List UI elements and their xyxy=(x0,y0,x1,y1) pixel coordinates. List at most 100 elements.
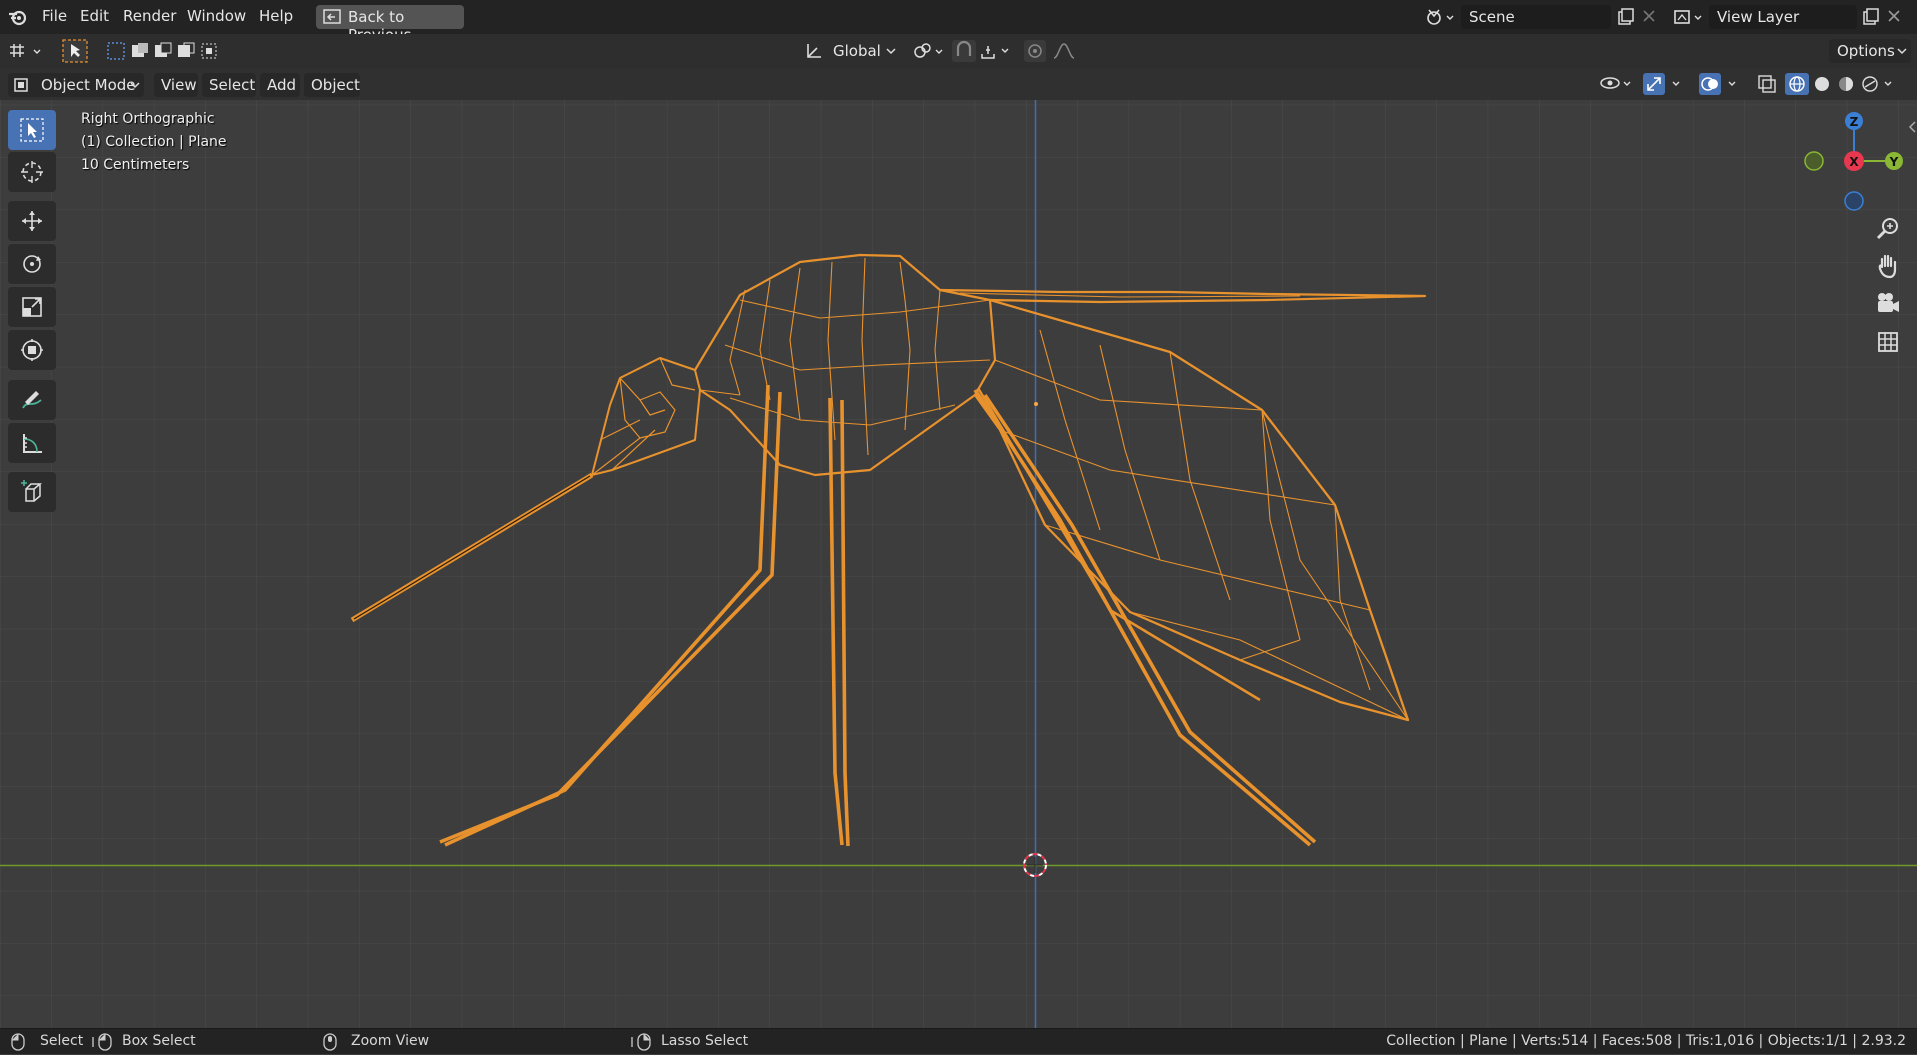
camera-icon xyxy=(1878,293,1899,312)
rotate-tool-icon xyxy=(23,255,41,273)
chevron-down-icon xyxy=(1897,48,1907,55)
gizmo-toggle-icon[interactable] xyxy=(1643,73,1687,99)
transform-orientation-value: Global xyxy=(833,42,881,60)
status-select: Select xyxy=(40,1033,84,1049)
scene-name-field[interactable]: Scene xyxy=(1461,5,1611,29)
visibility-icon[interactable] xyxy=(1598,73,1636,99)
menu-help[interactable]: Help xyxy=(259,7,293,25)
viewport-header: Object Mode View Select Add Object xyxy=(0,68,1917,100)
select-tool-icon xyxy=(20,118,44,142)
back-to-previous-button[interactable]: Back to Previous xyxy=(316,5,464,44)
object-origin[interactable] xyxy=(1034,402,1038,406)
object-mode-icon xyxy=(14,78,28,92)
viewport-canvas[interactable] xyxy=(0,68,1917,1028)
mouse-drag-icon xyxy=(92,1033,114,1055)
active-tool-icon[interactable] xyxy=(62,39,88,67)
options-label: Options xyxy=(1837,42,1895,60)
gizmo-y-label: Y xyxy=(1889,155,1899,169)
new-view-layer-icon[interactable] xyxy=(1862,8,1880,30)
scale-tool[interactable] xyxy=(8,287,56,327)
new-scene-icon[interactable] xyxy=(1617,8,1635,30)
xray-toggle-icon[interactable] xyxy=(1756,73,1778,99)
status-lasso-select: Lasso Select xyxy=(661,1033,749,1049)
move-tool-icon xyxy=(22,211,42,231)
grid-icon xyxy=(1878,332,1898,352)
measure-tool[interactable] xyxy=(8,423,56,463)
hand-icon xyxy=(1878,254,1897,279)
toggle-perspective-button[interactable] xyxy=(1871,325,1905,359)
view-layer-name: View Layer xyxy=(1717,8,1800,26)
overlays-toggle-icon[interactable] xyxy=(1699,73,1743,99)
scene-name: Scene xyxy=(1469,8,1515,26)
scene-icon[interactable] xyxy=(1425,8,1455,30)
menu-add[interactable]: Add xyxy=(260,73,300,97)
transform-tool[interactable] xyxy=(8,330,56,370)
rotate-tool[interactable] xyxy=(8,244,56,284)
blender-logo-icon[interactable] xyxy=(8,8,28,30)
measure-tool-icon xyxy=(23,434,42,453)
status-scene-stats: Collection | Plane | Verts:514 | Faces:5… xyxy=(1386,1033,1906,1049)
menu-select[interactable]: Select xyxy=(202,73,256,97)
add-cube-tool[interactable] xyxy=(8,472,56,512)
snap-toggle-icon[interactable] xyxy=(952,40,1016,66)
tool-settings-bar: Global Options xyxy=(0,34,1917,68)
chevron-down-icon xyxy=(886,48,896,55)
zoom-view-button[interactable] xyxy=(1871,212,1905,246)
back-icon xyxy=(323,9,341,24)
annotate-tool[interactable] xyxy=(8,380,56,420)
transform-orientation-dropdown[interactable]: Global xyxy=(800,39,900,63)
scale-tool-icon xyxy=(22,297,42,317)
mouse-middle-icon xyxy=(323,1033,337,1055)
select-box-tool[interactable] xyxy=(8,110,56,150)
shading-mode-icons[interactable] xyxy=(1785,73,1897,99)
menu-render[interactable]: Render xyxy=(123,7,176,25)
view-name-label: Right Orthographic xyxy=(81,111,215,127)
pan-view-button[interactable] xyxy=(1871,249,1905,283)
gizmo-z-label: Z xyxy=(1850,115,1859,129)
move-tool[interactable] xyxy=(8,201,56,241)
add-cube-tool-icon xyxy=(21,480,43,502)
cursor-tool-icon xyxy=(21,161,43,183)
options-dropdown[interactable]: Options xyxy=(1829,39,1911,63)
grid-floor xyxy=(0,68,1917,1028)
menu-object-label: Object xyxy=(311,76,360,94)
menu-object[interactable]: Object xyxy=(304,73,360,97)
proportional-editing-icon[interactable] xyxy=(1024,40,1088,66)
menu-view[interactable]: View xyxy=(154,73,198,97)
delete-scene-icon[interactable] xyxy=(1642,9,1656,27)
gizmo-neg-y[interactable] xyxy=(1804,151,1824,171)
menu-file[interactable]: File xyxy=(42,7,67,25)
mouse-left-icon xyxy=(11,1033,25,1055)
mouse-right-drag-icon xyxy=(631,1033,653,1055)
sidebar-toggle-icon[interactable] xyxy=(1907,120,1917,138)
orientation-icon xyxy=(807,44,821,58)
status-bar: Select Box Select Zoom View Lasso Select… xyxy=(0,1028,1917,1054)
menu-view-label: View xyxy=(161,76,197,94)
camera-view-button[interactable] xyxy=(1871,287,1905,321)
gizmo-neg-z[interactable] xyxy=(1844,191,1864,211)
chevron-down-icon xyxy=(130,82,140,89)
view-layer-icon[interactable] xyxy=(1673,8,1703,30)
transform-tool-icon xyxy=(21,339,43,361)
selection-mode-icons[interactable] xyxy=(106,41,226,65)
grid-scale-label: 10 Centimeters xyxy=(81,157,190,173)
3d-viewport[interactable] xyxy=(0,68,1917,1028)
delete-view-layer-icon[interactable] xyxy=(1887,9,1901,27)
menu-edit[interactable]: Edit xyxy=(80,7,109,25)
zoom-icon xyxy=(1876,218,1898,240)
object-mode-label: Object Mode xyxy=(41,76,136,94)
status-box-select: Box Select xyxy=(122,1033,196,1049)
menu-add-label: Add xyxy=(267,76,297,94)
object-mode-dropdown[interactable]: Object Mode xyxy=(8,73,144,97)
cursor-tool[interactable] xyxy=(8,152,56,192)
editor-type-icon[interactable] xyxy=(8,41,48,65)
gizmo-x-label: X xyxy=(1849,155,1859,169)
status-zoom-view: Zoom View xyxy=(351,1033,430,1049)
collection-label: (1) Collection | Plane xyxy=(81,134,227,150)
view-layer-field[interactable]: View Layer xyxy=(1709,5,1857,29)
navigation-gizmo[interactable]: Z Y X xyxy=(1799,106,1909,216)
pivot-point-icon[interactable] xyxy=(912,42,946,64)
3d-cursor-icon[interactable] xyxy=(1023,853,1047,877)
menu-select-label: Select xyxy=(209,76,256,94)
menu-window[interactable]: Window xyxy=(187,7,246,25)
